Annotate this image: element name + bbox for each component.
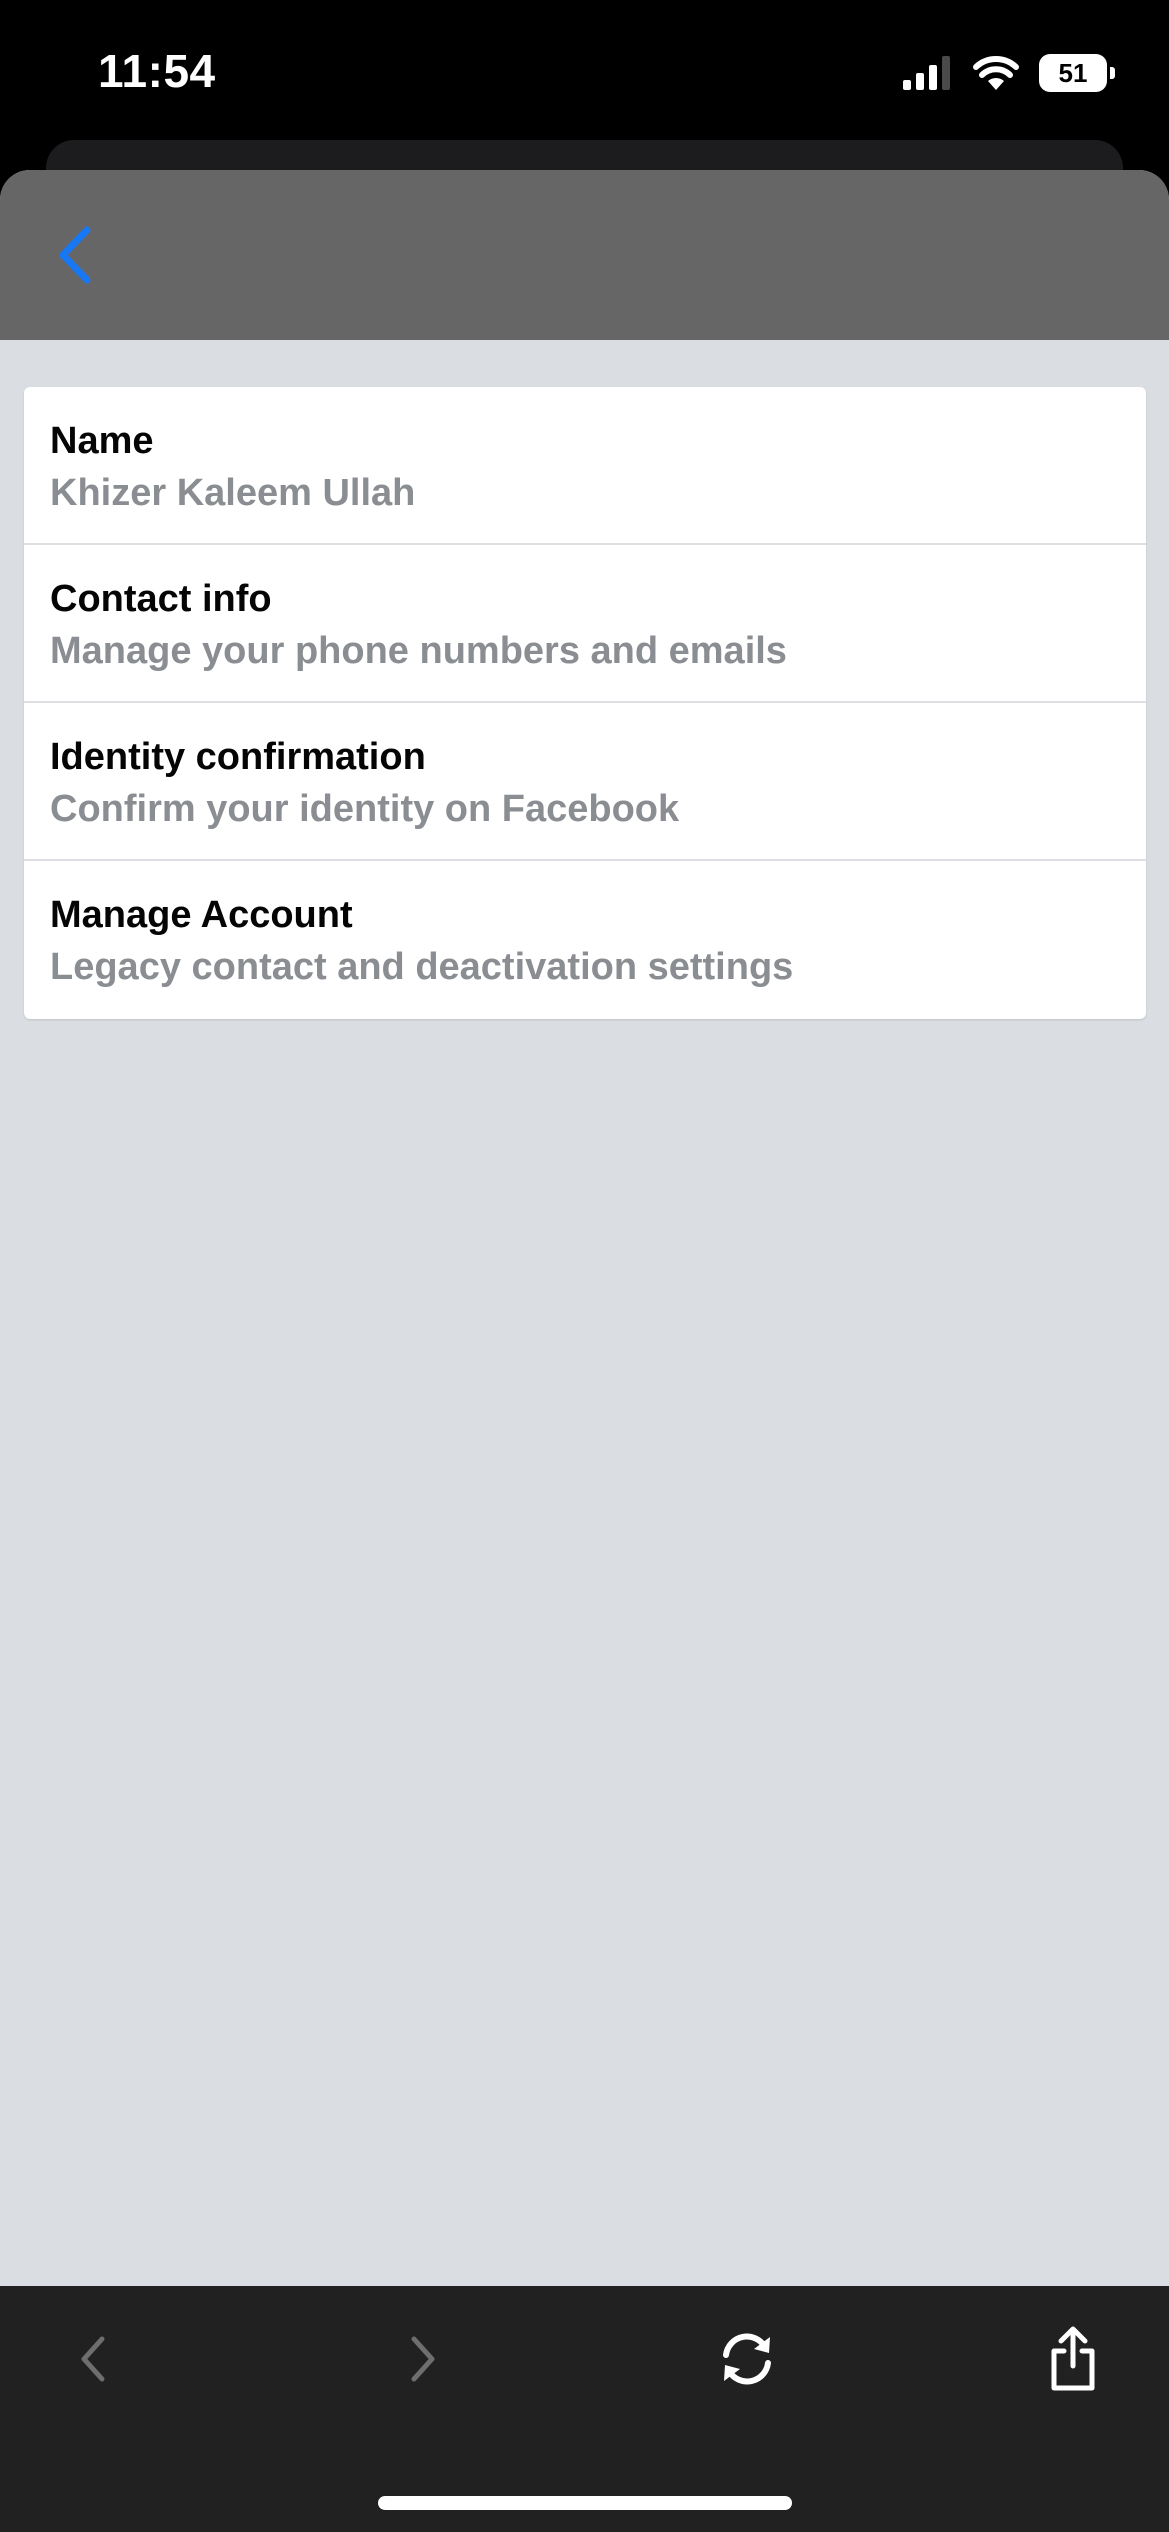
settings-item-identity-confirmation[interactable]: Identity confirmation Confirm your ident…	[24, 703, 1146, 861]
status-icons: 51	[903, 50, 1115, 96]
modal-sheet: Name Khizer Kaleem Ullah Contact info Ma…	[0, 170, 1169, 2286]
status-time: 11:54	[98, 45, 216, 97]
reload-button[interactable]	[702, 2314, 792, 2404]
settings-item-contact-info[interactable]: Contact info Manage your phone numbers a…	[24, 545, 1146, 703]
battery-icon: 51	[1039, 54, 1115, 92]
browser-back-button[interactable]	[48, 2314, 138, 2404]
settings-card: Name Khizer Kaleem Ullah Contact info Ma…	[24, 387, 1146, 1019]
wifi-icon	[973, 56, 1019, 90]
item-subtitle: Khizer Kaleem Ullah	[50, 472, 416, 514]
chevron-left-icon	[59, 226, 91, 284]
battery-level: 51	[1058, 57, 1088, 88]
browser-forward-button[interactable]	[378, 2314, 468, 2404]
back-button[interactable]	[40, 214, 110, 296]
item-title: Manage Account	[50, 894, 353, 936]
reload-icon	[723, 2333, 771, 2385]
home-indicator[interactable]	[378, 2496, 792, 2510]
back-arrow-icon	[81, 2336, 105, 2382]
share-button[interactable]	[1028, 2314, 1118, 2404]
settings-item-name[interactable]: Name Khizer Kaleem Ullah	[24, 387, 1146, 545]
forward-arrow-icon	[411, 2336, 435, 2382]
item-subtitle: Manage your phone numbers and emails	[50, 630, 787, 672]
settings-item-manage-account[interactable]: Manage Account Legacy contact and deacti…	[24, 861, 1146, 1019]
screen: 11:54 51 Name Khizer Kaleem Ullah Contac…	[0, 0, 1169, 2532]
battery-tip	[1110, 67, 1115, 79]
battery-body: 51	[1039, 54, 1107, 92]
item-subtitle: Confirm your identity on Facebook	[50, 788, 680, 830]
item-title: Name	[50, 420, 154, 462]
cellular-signal-icon	[903, 56, 950, 90]
item-title: Identity confirmation	[50, 736, 426, 778]
share-icon	[1051, 2326, 1095, 2391]
item-title: Contact info	[50, 578, 272, 620]
item-subtitle: Legacy contact and deactivation settings	[50, 946, 794, 988]
sheet-header	[0, 170, 1169, 340]
status-bar: 11:54 51	[0, 0, 1169, 140]
